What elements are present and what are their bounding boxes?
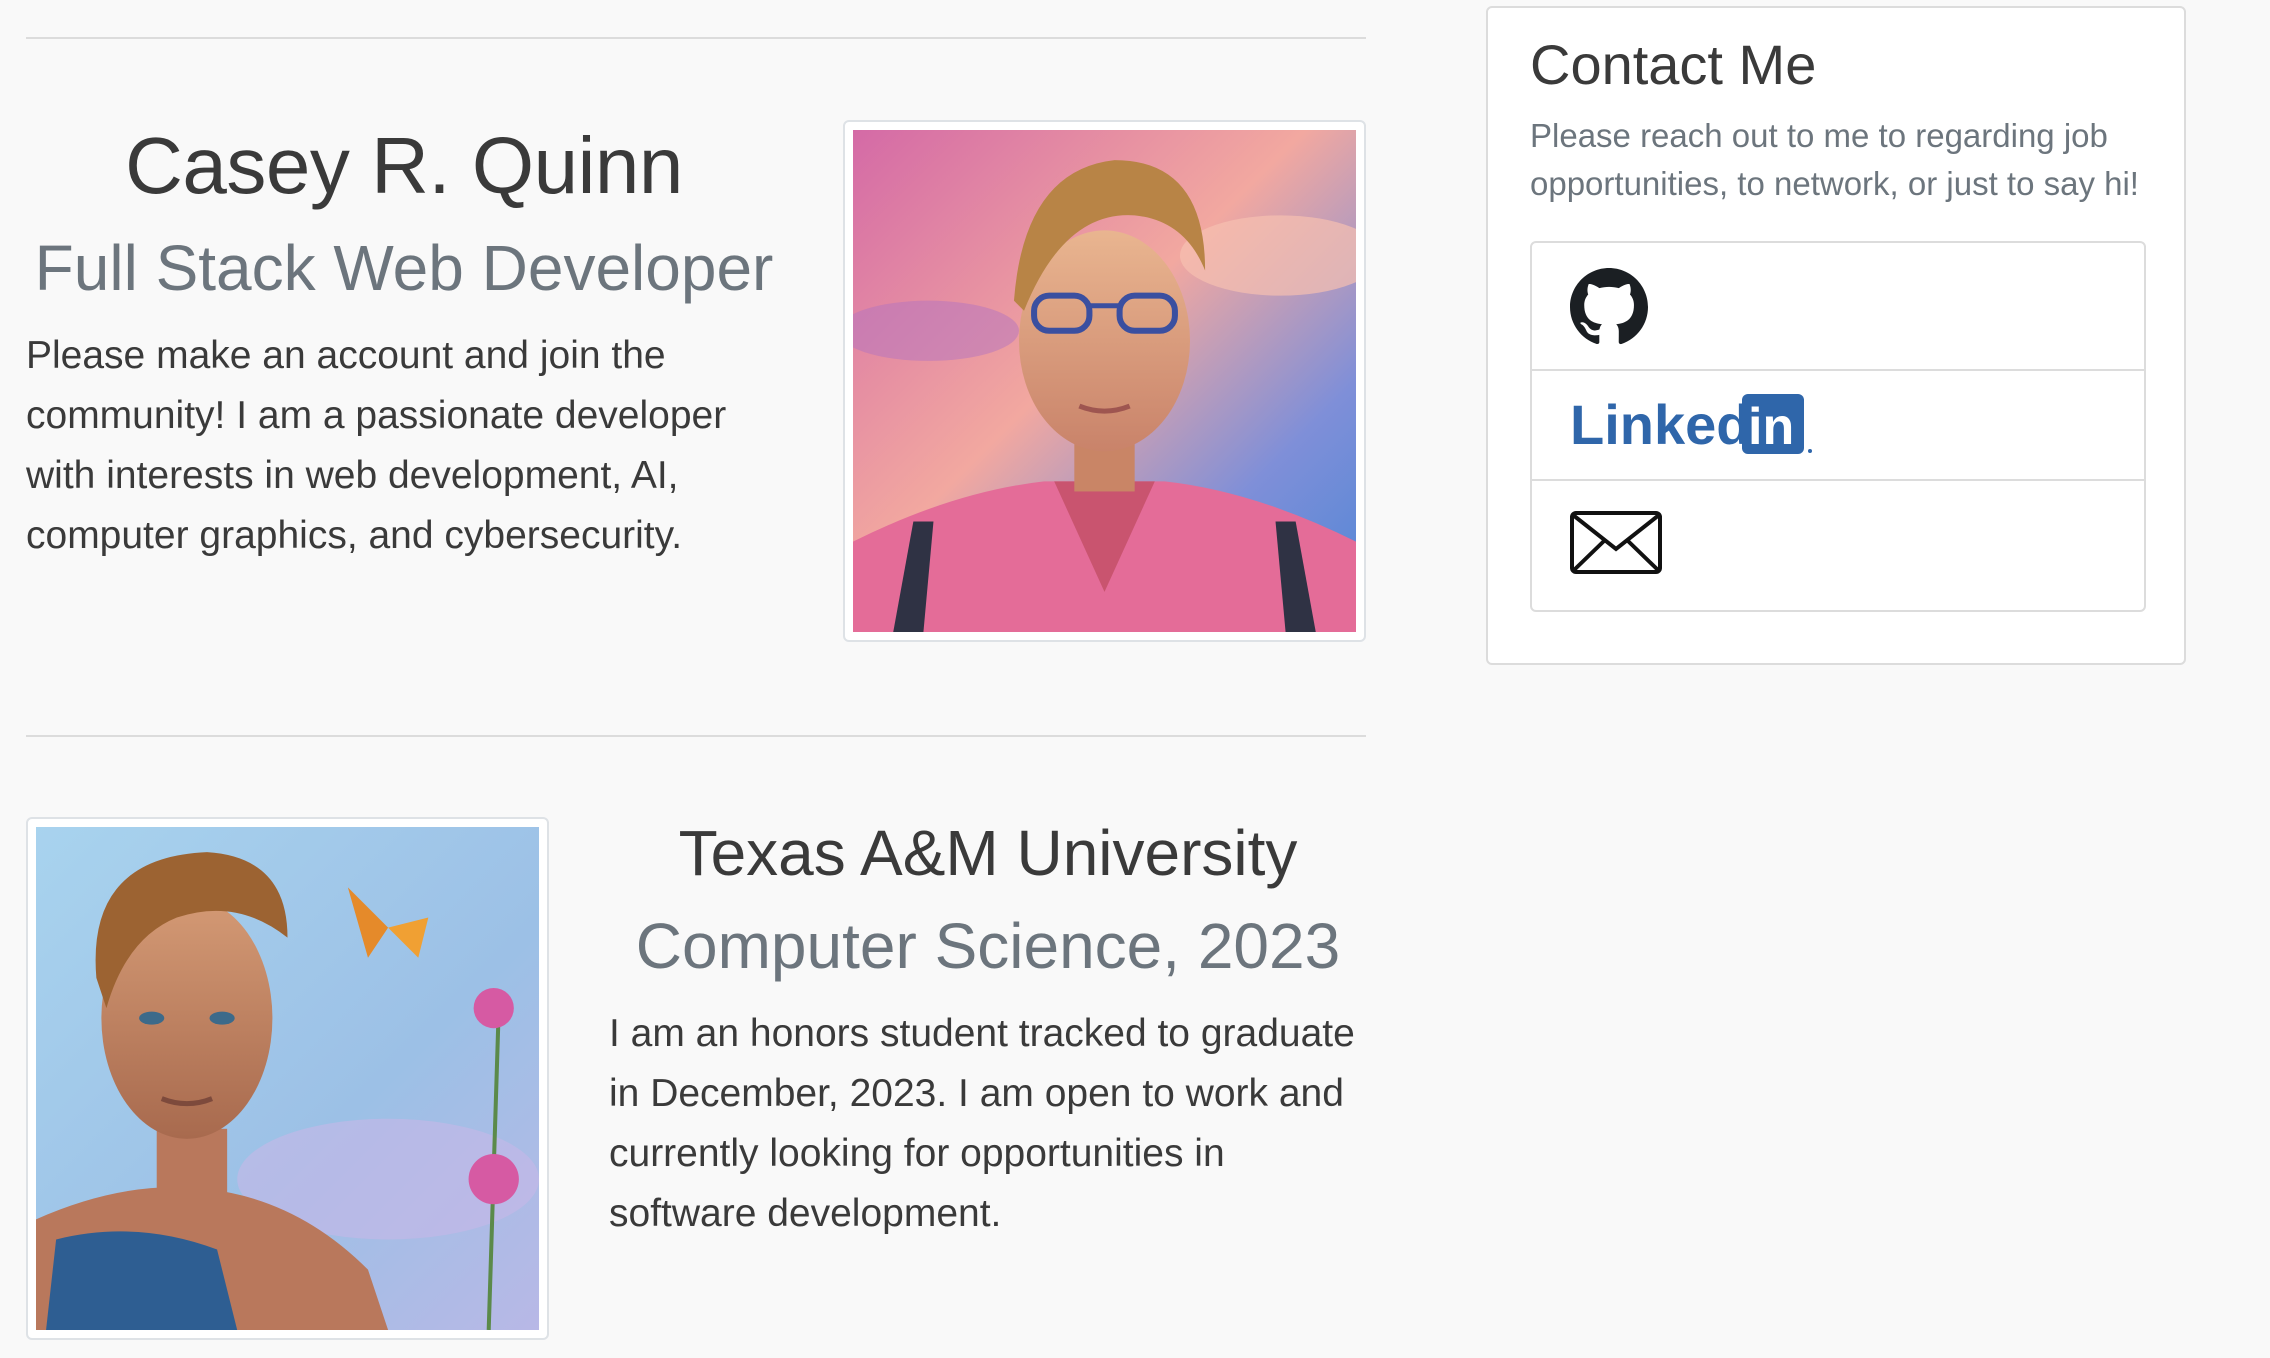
top-divider <box>26 37 1366 39</box>
hero-description: Please make an account and join the comm… <box>26 334 727 557</box>
education-major: Computer Science, 2023 <box>635 910 1341 982</box>
contact-title: Contact Me <box>1530 33 1817 96</box>
education-school: Texas A&M University <box>678 817 1298 889</box>
hero-name: Casey R. Quinn <box>125 121 683 210</box>
education-description: I am an honors student tracked to gradua… <box>609 1012 1355 1235</box>
hero-role: Full Stack Web Developer <box>34 232 774 304</box>
profile-portrait-image <box>843 120 1366 642</box>
contact-card: Contact Me Please reach out to me to reg… <box>1486 6 2186 665</box>
education-portrait-image <box>26 817 549 1340</box>
contact-description: Please reach out to me to regarding job … <box>1530 117 2139 202</box>
linkedin-icon: Linked in <box>1570 394 1812 456</box>
mail-icon <box>1570 511 1662 574</box>
github-icon <box>1570 268 1648 345</box>
email-link[interactable] <box>1532 481 2144 610</box>
section-divider <box>26 735 1366 737</box>
linkedin-text: Linked <box>1570 394 1750 456</box>
github-link[interactable] <box>1532 243 2144 371</box>
contact-links-list: Linked in <box>1530 241 2146 612</box>
linkedin-link[interactable]: Linked in <box>1532 371 2144 481</box>
linkedin-box-text: in <box>1748 398 1794 456</box>
